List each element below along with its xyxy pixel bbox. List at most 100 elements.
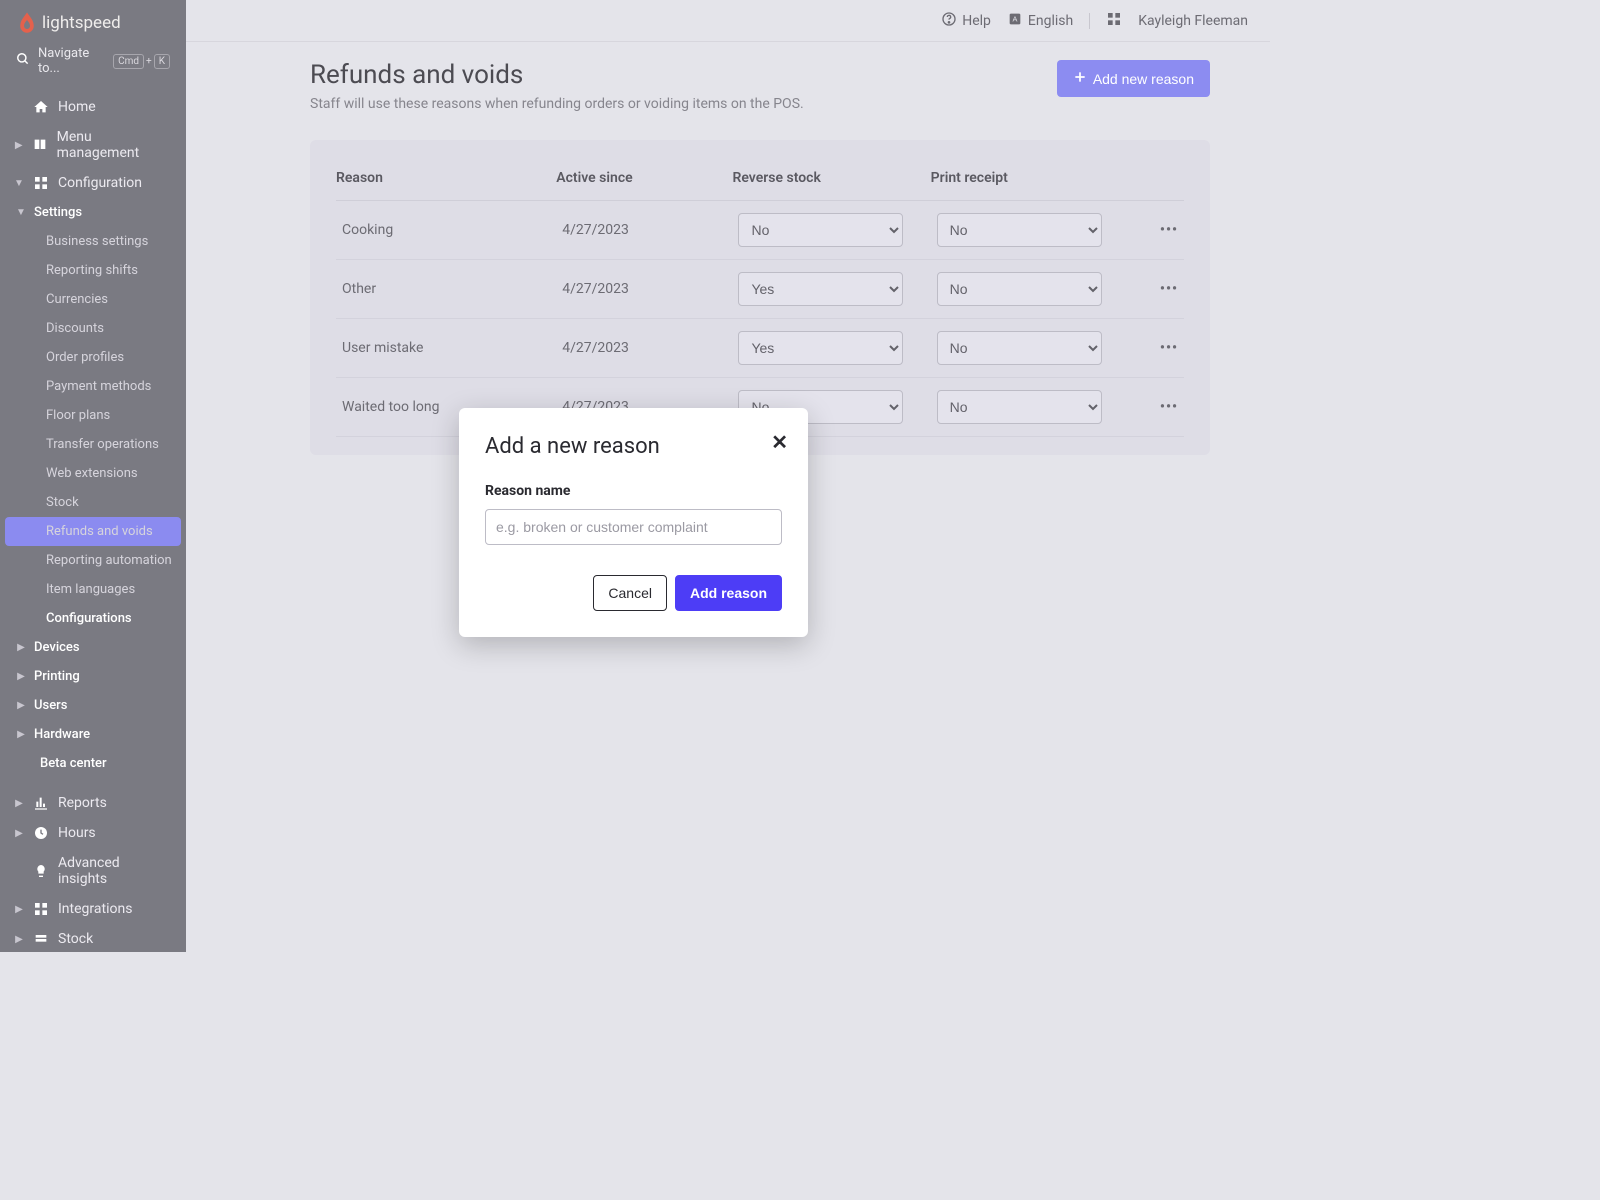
nav-hardware[interactable]: ▶Hardware (0, 720, 186, 749)
yes-no-select[interactable]: YesNo (738, 331, 903, 365)
plus-icon (1073, 70, 1087, 87)
chevron-right-icon: ▶ (14, 934, 24, 945)
layers-icon (32, 931, 50, 947)
home-icon (32, 99, 50, 115)
nav-settings-item[interactable]: Configurations (0, 604, 186, 633)
cell-receipt: YesNo (931, 319, 1129, 378)
col-active: Active since (556, 160, 732, 201)
add-new-reason-button[interactable]: Add new reason (1057, 60, 1210, 97)
more-icon: ••• (1160, 340, 1178, 356)
svg-text:A: A (1012, 14, 1017, 23)
nav-home[interactable]: Home (0, 92, 186, 122)
yes-no-select[interactable]: YesNo (937, 272, 1102, 306)
cell-reason: Cooking (336, 201, 556, 260)
nav-settings-item[interactable]: Currencies (0, 285, 186, 314)
nav-label: Refunds and voids (46, 524, 153, 539)
nav-settings-item[interactable]: Business settings (0, 227, 186, 256)
row-actions[interactable]: ••• (1129, 201, 1184, 260)
apps-menu[interactable] (1106, 11, 1122, 31)
search-bar[interactable]: Navigate to... Cmd+K (0, 46, 186, 88)
chevron-right-icon: ▶ (16, 700, 26, 711)
add-reason-submit-button[interactable]: Add reason (675, 575, 782, 611)
language-icon: A (1007, 11, 1023, 31)
cell-active: 4/27/2023 (556, 319, 732, 378)
brand-logo[interactable]: lightspeed (0, 0, 186, 46)
nav-label: Beta center (40, 756, 107, 771)
chevron-right-icon: ▶ (14, 798, 24, 809)
help-link[interactable]: Help (941, 11, 991, 31)
more-icon: ••• (1160, 399, 1178, 415)
nav-settings-item[interactable]: Discounts (0, 314, 186, 343)
nav-integrations[interactable]: ▶ Integrations (0, 894, 186, 924)
col-reverse: Reverse stock (732, 160, 930, 201)
chevron-right-icon: ▶ (14, 904, 24, 915)
col-reason: Reason (336, 160, 556, 201)
nav-label: Payment methods (46, 379, 151, 394)
nav-label: Menu management (57, 129, 172, 161)
nav-label: Reporting shifts (46, 263, 138, 278)
nav-settings-item[interactable]: Reporting automation (0, 546, 186, 575)
page-header: Refunds and voids Staff will use these r… (310, 60, 1210, 112)
nav-refunds-and-voids[interactable]: Refunds and voids (5, 517, 181, 546)
nav-label: Advanced insights (58, 855, 172, 887)
nav-label: Hours (58, 825, 96, 841)
book-icon (32, 137, 49, 153)
clock-icon (32, 825, 50, 841)
nav: Home ▶ Menu management ▼ Configuration ▼… (0, 88, 186, 952)
nav-settings-item[interactable]: Web extensions (0, 459, 186, 488)
yes-no-select[interactable]: YesNo (937, 213, 1102, 247)
cell-reason: Other (336, 260, 556, 319)
nav-configuration[interactable]: ▼ Configuration (0, 168, 186, 198)
nav-reports[interactable]: ▶ Reports (0, 788, 186, 818)
nav-settings-item[interactable]: Transfer operations (0, 430, 186, 459)
yes-no-select[interactable]: YesNo (937, 390, 1102, 424)
search-shortcut: Cmd+K (113, 54, 170, 69)
nav-beta[interactable]: Beta center (0, 749, 186, 778)
chevron-right-icon: ▶ (16, 729, 26, 740)
grid-icon (32, 901, 50, 917)
yes-no-select[interactable]: YesNo (937, 331, 1102, 365)
nav-advanced-insights[interactable]: Advanced insights (0, 848, 186, 894)
nav-label: Configuration (58, 175, 142, 191)
page-subtitle: Staff will use these reasons when refund… (310, 96, 804, 112)
close-icon[interactable]: ✕ (771, 430, 788, 454)
reason-name-input[interactable] (485, 509, 782, 545)
chevron-right-icon: ▶ (16, 671, 26, 682)
language-switcher[interactable]: A English (1007, 11, 1073, 31)
table-row: Other4/27/2023YesNoYesNo••• (336, 260, 1184, 319)
nav-settings-item[interactable]: Order profiles (0, 343, 186, 372)
table-row: Cooking4/27/2023YesNoYesNo••• (336, 201, 1184, 260)
modal-title: Add a new reason (485, 434, 782, 459)
user-menu[interactable]: Kayleigh Fleeman (1138, 13, 1248, 29)
add-reason-modal: Add a new reason ✕ Reason name Cancel Ad… (459, 408, 808, 637)
nav-settings-item[interactable]: Item languages (0, 575, 186, 604)
yes-no-select[interactable]: YesNo (738, 213, 903, 247)
nav-settings[interactable]: ▼ Settings (0, 198, 186, 227)
more-icon: ••• (1160, 281, 1178, 297)
nav-label: Currencies (46, 292, 108, 307)
nav-label: Users (34, 698, 67, 713)
row-actions[interactable]: ••• (1129, 378, 1184, 437)
nav-settings-item[interactable]: Reporting shifts (0, 256, 186, 285)
divider (1089, 13, 1090, 29)
nav-printing[interactable]: ▶Printing (0, 662, 186, 691)
nav-settings-item[interactable]: Stock (0, 488, 186, 517)
search-placeholder: Navigate to... (38, 46, 107, 76)
nav-menu-management[interactable]: ▶ Menu management (0, 122, 186, 168)
more-icon: ••• (1160, 222, 1178, 238)
nav-devices[interactable]: ▶Devices (0, 633, 186, 662)
row-actions[interactable]: ••• (1129, 319, 1184, 378)
grid-icon (32, 175, 50, 191)
nav-settings-item[interactable]: Payment methods (0, 372, 186, 401)
cancel-button[interactable]: Cancel (593, 575, 667, 611)
nav-hours[interactable]: ▶ Hours (0, 818, 186, 848)
nav-stock[interactable]: ▶ Stock (0, 924, 186, 952)
chevron-down-icon: ▼ (14, 178, 24, 189)
yes-no-select[interactable]: YesNo (738, 272, 903, 306)
nav-users[interactable]: ▶ Users (0, 691, 186, 720)
cell-receipt: YesNo (931, 201, 1129, 260)
nav-settings-item[interactable]: Floor plans (0, 401, 186, 430)
row-actions[interactable]: ••• (1129, 260, 1184, 319)
cell-reason: User mistake (336, 319, 556, 378)
chevron-right-icon: ▶ (14, 140, 24, 151)
